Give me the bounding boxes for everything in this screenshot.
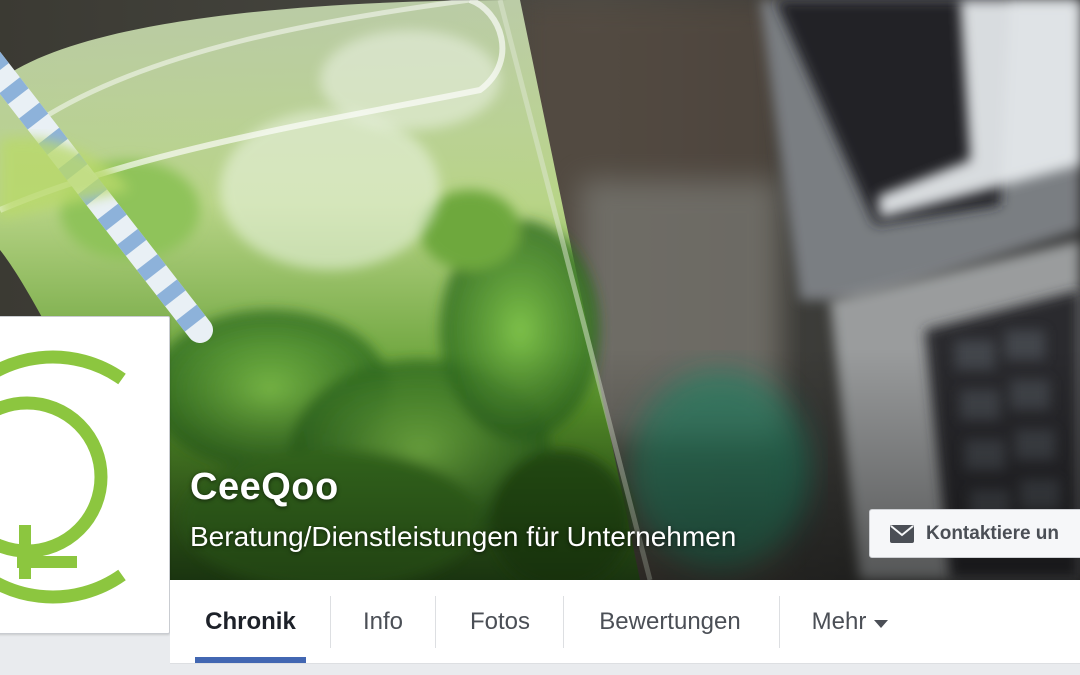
page-title[interactable]: CeeQoo: [190, 466, 339, 509]
tab-info[interactable]: Info: [345, 580, 421, 664]
tab-label: Fotos: [469, 608, 531, 635]
tab-label: Bewertungen: [599, 608, 741, 635]
profile-picture[interactable]: [0, 316, 170, 634]
active-tab-indicator: [195, 657, 306, 663]
tab-chronik[interactable]: Chronik: [195, 580, 306, 664]
tab-label: Chronik: [205, 608, 296, 635]
contact-button[interactable]: Kontaktiere un: [869, 509, 1080, 558]
page-category[interactable]: Beratung/Dienstleistungen für Unternehme…: [190, 521, 736, 553]
tab-label: Mehr: [811, 608, 867, 635]
tab-fotos[interactable]: Fotos: [450, 580, 550, 664]
ceeqoo-logo: [0, 350, 126, 604]
tab-divider: [330, 596, 331, 648]
envelope-icon: [890, 524, 914, 543]
tab-mehr[interactable]: Mehr: [800, 580, 900, 664]
tab-divider: [435, 596, 436, 648]
tab-bewertungen[interactable]: Bewertungen: [580, 580, 760, 664]
contact-button-label: Kontaktiere un: [926, 522, 1060, 544]
tab-divider: [563, 596, 564, 648]
tab-label: Info: [362, 608, 404, 635]
page-tab-bar: Chronik Info Fotos Bewertungen Mehr: [170, 580, 1080, 664]
chevron-down-icon: [874, 620, 889, 628]
tab-divider: [779, 596, 780, 648]
